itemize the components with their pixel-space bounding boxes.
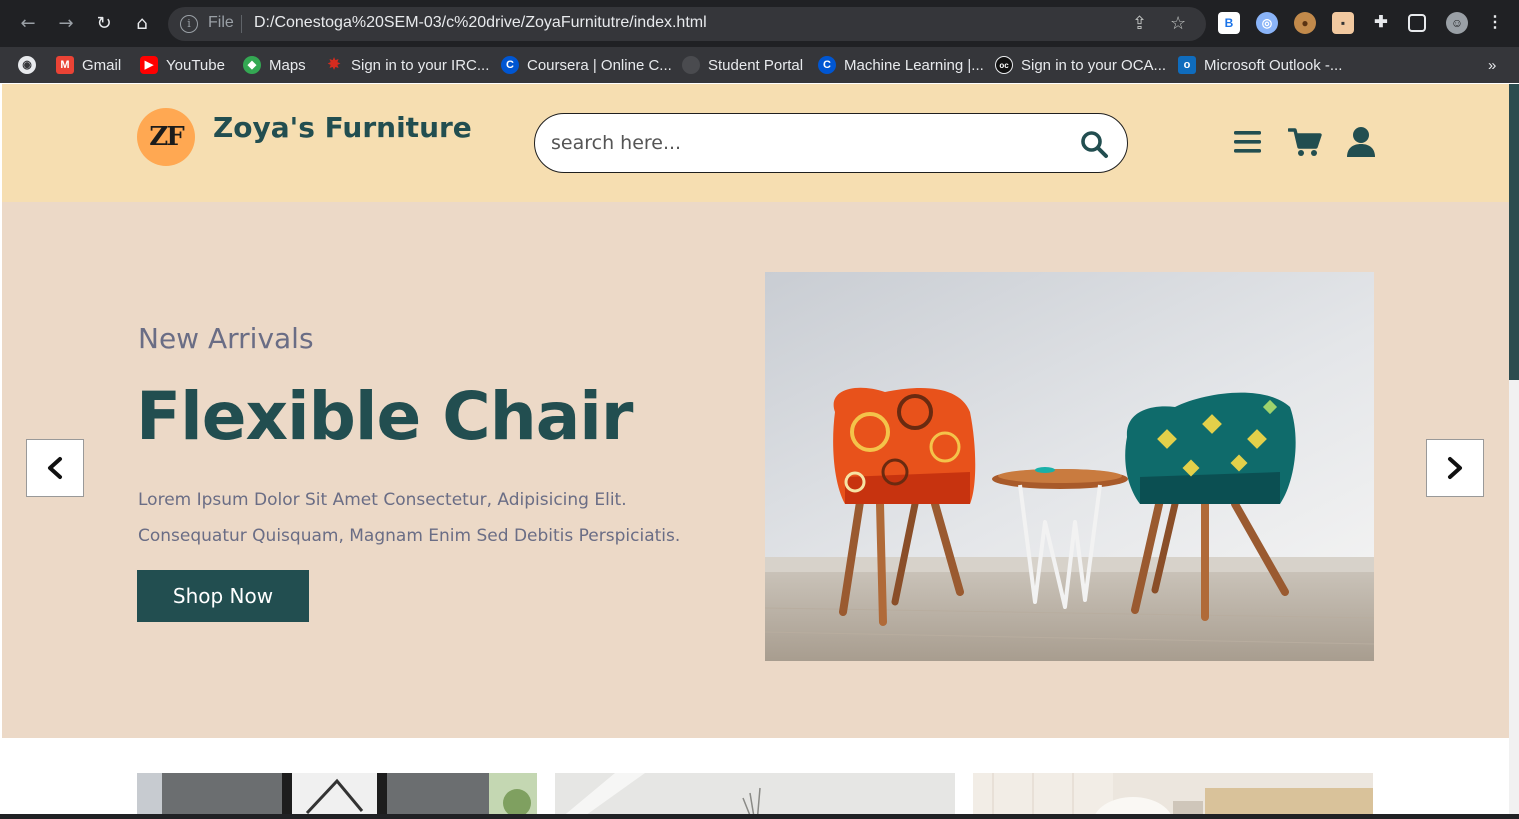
bookmark-machine-learning[interactable]: C Machine Learning |... (818, 53, 984, 77)
bookmark-label: Sign in to your OCA... (1021, 56, 1167, 74)
shop-now-button[interactable]: Shop Now (137, 570, 309, 622)
bookmarks-overflow[interactable]: » (1488, 53, 1496, 77)
profile-ext-icon[interactable]: ▪ (1332, 12, 1354, 34)
address-bar[interactable]: i File D:/Conestoga%20SEM-03/c%20drive/Z… (168, 7, 1206, 41)
cart-icon[interactable] (1288, 126, 1322, 158)
outlook-icon: o (1178, 56, 1196, 74)
slider-prev-button[interactable] (26, 439, 84, 497)
bookmark-label: Maps (269, 56, 306, 74)
share-icon[interactable]: ⇪ (1132, 13, 1147, 34)
youtube-icon: ▶ (140, 56, 158, 74)
bookmark-maps[interactable]: ◆ Maps (243, 53, 306, 77)
bookmark-label: Student Portal (708, 56, 804, 74)
bookmark-coursera[interactable]: C Coursera | Online C... (501, 53, 672, 77)
back-icon[interactable]: ← (16, 12, 40, 36)
avatar[interactable]: ☺ (1446, 12, 1468, 34)
home-icon[interactable]: ⌂ (130, 12, 154, 36)
chairs-illustration (765, 272, 1374, 661)
category-thumbnail (137, 773, 537, 814)
menu-icon[interactable] (1233, 126, 1263, 158)
cookie-icon[interactable]: ● (1294, 12, 1316, 34)
page-scrollbar[interactable] (1509, 84, 1519, 814)
hero-description-line: Lorem Ipsum Dolor Sit Amet Consectetur, … (138, 490, 627, 510)
reload-icon[interactable]: ↻ (92, 12, 116, 36)
window-bottom-edge (0, 814, 1519, 819)
category-thumbnail (555, 773, 955, 814)
puzzle-icon[interactable]: ✚ (1370, 12, 1392, 34)
category-thumbnail (973, 773, 1373, 814)
more-menu-icon[interactable]: ⋮ (1484, 12, 1506, 34)
maps-icon: ◆ (243, 56, 261, 74)
bookmark-label: Sign in to your IRC... (351, 56, 490, 74)
category-card-image[interactable] (973, 773, 1373, 814)
bookmark-oca[interactable]: oc Sign in to your OCA... (995, 53, 1166, 77)
coursera-icon: C (501, 56, 519, 74)
bookmark-label: Microsoft Outlook -... (1204, 56, 1343, 74)
user-icon[interactable] (1346, 126, 1376, 158)
site-info-icon[interactable]: i (180, 15, 198, 33)
bookmark-irc[interactable]: ✸ Sign in to your IRC... (325, 53, 490, 77)
hero-image (765, 272, 1374, 661)
globe-icon (682, 56, 700, 74)
browser-toolbar: ← → ↻ ⌂ i File D:/Conestoga%20SEM-03/c%2… (0, 0, 1519, 47)
slider-next-button[interactable] (1426, 439, 1484, 497)
logo-badge[interactable]: ZF (137, 108, 195, 166)
chevron-right-icon (1448, 457, 1462, 479)
web-page: ZF Zoya's Furniture New Arrivals Flex (2, 84, 1509, 814)
brand-name[interactable]: Zoya's Furniture (213, 111, 472, 144)
forward-icon[interactable]: → (54, 12, 78, 36)
site-header: ZF Zoya's Furniture (2, 84, 1509, 202)
bookmark-outlook[interactable]: o Microsoft Outlook -... (1178, 53, 1342, 77)
hero-eyebrow: New Arrivals (138, 322, 314, 355)
hero-slider: New Arrivals Flexible Chair Lorem Ipsum … (2, 202, 1509, 738)
lens-icon[interactable]: ◎ (1256, 12, 1278, 34)
chevron-left-icon (48, 457, 62, 479)
address-divider (241, 15, 242, 33)
url-scheme-label: File (208, 14, 234, 31)
bookmark-star-icon[interactable]: ☆ (1170, 13, 1186, 34)
coursera-icon: C (818, 56, 836, 74)
bookmark-gmail[interactable]: M Gmail (56, 53, 121, 77)
bookmark-label: YouTube (166, 56, 225, 74)
gmail-icon: M (56, 56, 74, 74)
hero-description-line: Consequatur Quisquam, Magnam Enim Sed De… (138, 526, 681, 546)
category-card-image[interactable] (137, 773, 537, 814)
maple-leaf-icon: ✸ (327, 56, 341, 73)
bookmark-label: Coursera | Online C... (527, 56, 672, 74)
hero-title: Flexible Chair (136, 378, 633, 455)
bookmark-student-portal[interactable]: Student Portal (682, 53, 803, 77)
search-input[interactable] (551, 128, 1051, 158)
bookmark-label: Machine Learning |... (844, 56, 984, 74)
bookmark-label: Gmail (82, 56, 122, 74)
scrollbar-thumb[interactable] (1509, 84, 1519, 380)
search-box (534, 113, 1128, 173)
oca-icon: oc (995, 56, 1013, 74)
bookmarks-bar: ◉ M Gmail ▶ YouTube ◆ Maps ✸ Sign in to your… (0, 47, 1519, 83)
search-icon[interactable] (1079, 129, 1109, 159)
apps-globe-icon[interactable]: ◉ (18, 53, 36, 77)
url-text[interactable]: D:/Conestoga%20SEM-03/c%20drive/ZoyaFurn… (254, 14, 707, 32)
hero-description: Lorem Ipsum Dolor Sit Amet Consectetur, … (138, 482, 738, 554)
category-card-image[interactable] (555, 773, 955, 814)
sidepanel-icon[interactable] (1408, 14, 1426, 32)
bookmark-youtube[interactable]: ▶ YouTube (140, 53, 225, 77)
extension-b-icon[interactable]: B (1218, 12, 1240, 34)
